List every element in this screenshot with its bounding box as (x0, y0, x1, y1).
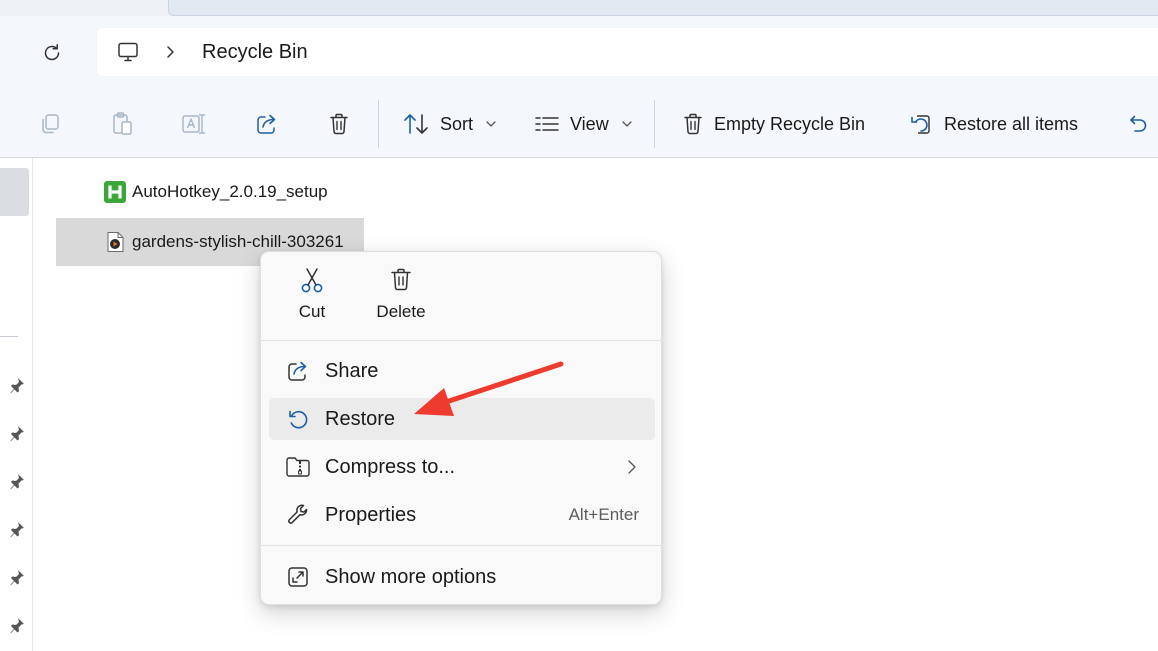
cut-label: Cut (298, 302, 326, 321)
menu-item-label: Compress to... (325, 455, 456, 478)
copy-button[interactable] (32, 106, 68, 142)
empty-recycle-bin-label: Empty Recycle Bin (714, 113, 866, 134)
annotation-arrow (414, 361, 564, 416)
copy-icon (42, 114, 59, 134)
wrench-icon (285, 502, 311, 528)
menu-item-compress-to[interactable]: Compress to... (269, 446, 655, 488)
cut-button[interactable]: Cut (277, 266, 347, 332)
delete-label: Delete (376, 302, 426, 321)
restore-all-items-label: Restore all items (944, 113, 1079, 134)
this-pc-icon[interactable] (116, 40, 140, 64)
menu-item-properties[interactable]: Properties Alt+Enter (269, 494, 655, 536)
tab-strip (0, 0, 1158, 16)
sort-icon (404, 114, 428, 134)
pin-icon (8, 616, 26, 634)
paste-button[interactable] (104, 106, 140, 142)
autohotkey-icon (104, 181, 126, 203)
restore-all-items-button[interactable]: Restore all items (908, 106, 1078, 142)
breadcrumb-recycle-bin[interactable]: Recycle Bin (202, 41, 308, 64)
menu-item-label: Share (325, 359, 379, 382)
command-bar: Sort View Empty Recycle Bin Restore all … (0, 88, 1158, 158)
chevron-right-icon (627, 459, 637, 475)
menu-item-label: Show more options (325, 565, 497, 588)
empty-recycle-bin-button[interactable]: Empty Recycle Bin (682, 106, 865, 142)
menu-item-label: Properties (325, 503, 417, 526)
scissors-icon (301, 268, 323, 293)
pin-icon (8, 424, 26, 442)
chevron-down-icon (621, 119, 633, 129)
view-label: View (570, 113, 609, 134)
delete-button[interactable] (321, 106, 357, 142)
sort-button[interactable]: Sort (402, 106, 497, 142)
address-bar[interactable]: Recycle Bin (97, 28, 1158, 76)
breadcrumb-chevron-icon[interactable] (164, 45, 176, 59)
zip-folder-icon (285, 454, 311, 480)
share-icon (257, 114, 276, 134)
menu-item-show-more-options[interactable]: Show more options (269, 556, 655, 598)
chevron-down-icon (485, 119, 497, 129)
menu-separator (261, 545, 661, 546)
restore-icon (285, 406, 311, 432)
audio-file-icon (104, 231, 126, 253)
rename-icon (182, 114, 206, 134)
view-button[interactable]: View (534, 106, 633, 142)
file-item[interactable]: AutoHotkey_2.0.19_setup (56, 168, 376, 216)
pin-icon (8, 568, 26, 586)
toolbar-separator (378, 100, 379, 148)
trash-icon (330, 113, 348, 135)
file-name: AutoHotkey_2.0.19_setup (132, 182, 328, 201)
restore-all-icon (911, 115, 930, 134)
rename-button[interactable] (176, 106, 212, 142)
nav-divider (0, 336, 18, 337)
share-button[interactable] (249, 106, 285, 142)
active-tab-edge (168, 0, 1158, 16)
undo-icon (1130, 115, 1147, 132)
pin-icon (8, 376, 26, 394)
undo-button[interactable] (1118, 106, 1154, 142)
share-icon (285, 358, 311, 384)
toolbar-separator (654, 100, 655, 148)
file-name: gardens-stylish-chill-303261 (132, 232, 344, 251)
menu-separator (261, 340, 661, 341)
delete-quick-button[interactable]: Delete (366, 266, 436, 332)
nav-selected-item[interactable] (0, 168, 29, 216)
trash-icon (391, 268, 411, 291)
sort-label: Sort (440, 113, 474, 134)
navigation-pane (0, 158, 33, 651)
refresh-icon (44, 44, 60, 61)
pin-icon (8, 520, 26, 538)
shortcut-hint: Alt+Enter (568, 505, 639, 524)
show-more-icon (285, 564, 311, 590)
trash-icon (684, 113, 702, 135)
menu-item-label: Restore (325, 407, 396, 430)
refresh-button[interactable] (32, 36, 72, 70)
address-row: Recycle Bin (0, 16, 1158, 88)
paste-icon (113, 112, 132, 135)
view-list-icon (535, 117, 559, 131)
pin-icon (8, 472, 26, 490)
